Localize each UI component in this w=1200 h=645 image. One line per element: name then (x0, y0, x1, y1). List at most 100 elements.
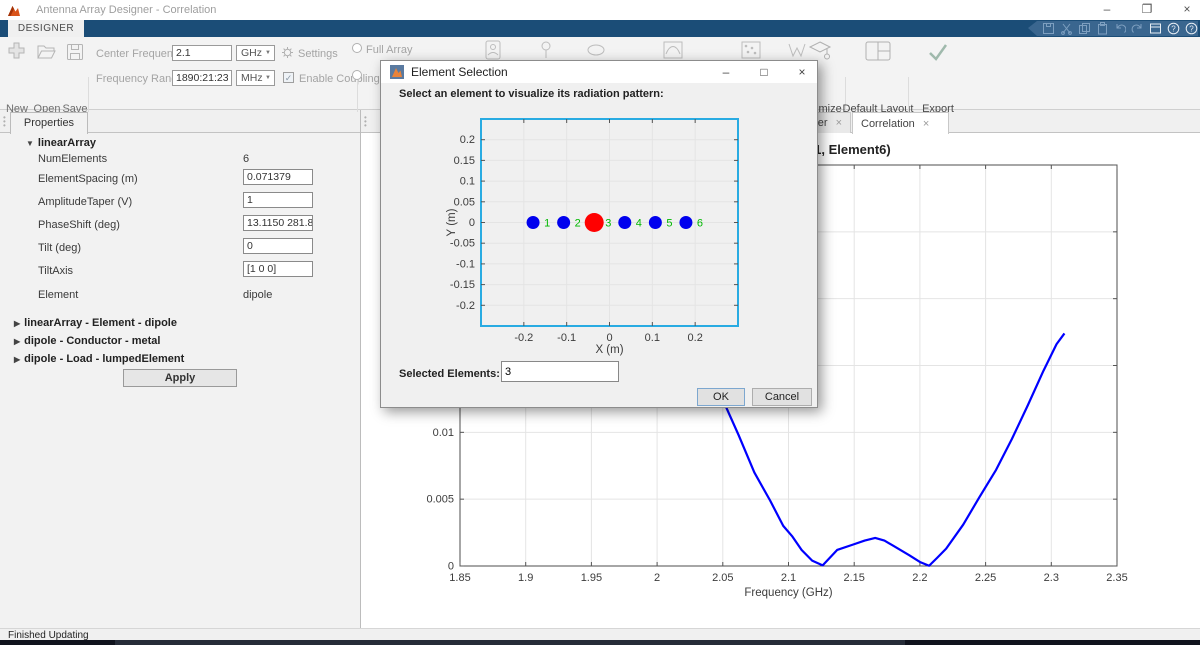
cancel-button[interactable]: Cancel (752, 388, 812, 406)
tab-correlation[interactable]: Correlation× (852, 112, 949, 134)
y-tick-label: 0 (469, 217, 475, 229)
x-tick-label: 2.05 (712, 572, 733, 584)
window-close-button[interactable]: × (1170, 0, 1200, 19)
save-icon[interactable] (1042, 22, 1055, 35)
window-restore-button[interactable]: ❐ (1130, 0, 1164, 19)
y-tick-label: -0.05 (450, 238, 475, 250)
export-check-icon[interactable] (926, 42, 950, 62)
save-disk-icon[interactable] (65, 42, 85, 62)
y-tick-label: 0.01 (433, 427, 454, 439)
default-layout-icon[interactable] (864, 40, 892, 62)
apply-button[interactable]: Apply (123, 369, 237, 387)
center-frequency-unit-select[interactable]: GHz▼ (236, 45, 275, 61)
collapsed-section[interactable]: ▶dipole - Load - lumpedElement (14, 353, 184, 365)
quick-access-toolbar: ? ? (1028, 21, 1198, 36)
matlab-logo-icon (390, 65, 404, 79)
section-label: linearArray - Element - dipole (24, 317, 177, 329)
dialog-maximize-button[interactable]: □ (749, 61, 779, 83)
chevron-down-icon: ▼ (265, 75, 271, 81)
element-spacing-field[interactable]: 0.071379 (243, 169, 313, 185)
x-axis-label: Frequency (GHz) (744, 587, 832, 599)
property-label: PhaseShift (deg) (38, 219, 120, 231)
help-icon[interactable]: ? (1167, 22, 1180, 35)
ok-button[interactable]: OK (697, 388, 745, 406)
dialog-close-button[interactable]: × (787, 61, 817, 83)
pattern-3d-icon[interactable] (535, 40, 557, 60)
x-tick-label: 2.25 (975, 572, 996, 584)
collapsed-section[interactable]: ▶ linearArray - Element - dipole (14, 317, 177, 329)
element-number-label: 2 (575, 218, 581, 230)
enable-coupling-checkbox[interactable]: ✓ (283, 72, 294, 83)
s-parameter-icon[interactable] (786, 40, 808, 60)
x-tick-label: -0.1 (557, 332, 576, 344)
paste-icon[interactable] (1096, 22, 1109, 35)
element-marker-6[interactable] (679, 216, 692, 229)
full-array-radio[interactable] (352, 43, 362, 53)
close-icon[interactable]: × (836, 117, 842, 129)
dialog-minimize-button[interactable]: – (711, 61, 741, 83)
group-label: linearArray (38, 137, 96, 149)
azimuth-icon[interactable] (585, 40, 607, 60)
frequency-range-unit: MHz (241, 72, 263, 84)
element-radio[interactable] (352, 70, 362, 80)
dialog-titlebar[interactable]: Element Selection – □ × (381, 61, 817, 83)
y-tick-label: 0.2 (460, 134, 475, 146)
phase-shift-field[interactable]: 13.1150 281.8583] (243, 215, 313, 231)
triangle-right-icon: ▶ (14, 337, 20, 346)
svg-text:?: ? (1189, 25, 1194, 34)
section-label: dipole - Load - lumpedElement (24, 353, 184, 365)
svg-text:?: ? (1172, 25, 1177, 34)
tab-designer[interactable]: DESIGNER (8, 20, 84, 37)
window-minimize-button[interactable]: – (1090, 0, 1124, 19)
undo-icon[interactable] (1114, 22, 1127, 35)
layout-icon[interactable] (1149, 22, 1162, 35)
settings-gear-icon[interactable] (281, 46, 294, 59)
property-label: NumElements (38, 153, 107, 165)
center-frequency-input[interactable] (172, 45, 232, 61)
cut-icon[interactable] (1060, 22, 1073, 35)
impedance-icon[interactable] (740, 40, 762, 60)
frequency-range-unit-select[interactable]: MHz▼ (236, 70, 275, 86)
dialog-title: Element Selection (411, 65, 508, 79)
optimize-icon[interactable] (808, 40, 834, 62)
amplitude-taper-field[interactable]: 1 (243, 192, 313, 208)
collapsed-section[interactable]: ▶ dipole - Conductor - metal (14, 335, 160, 347)
selected-elements-input[interactable] (501, 361, 619, 382)
properties-group-header[interactable]: ▼linearArray (26, 137, 96, 149)
x-tick-label: 1.95 (581, 572, 602, 584)
properties-panel: ▼linearArray NumElements 6 ElementSpacin… (0, 133, 360, 628)
elevation-pattern-icon[interactable] (662, 40, 684, 60)
frequency-range-input[interactable] (172, 70, 232, 86)
property-value: dipole (243, 289, 272, 301)
info-icon[interactable]: ? (1185, 22, 1198, 35)
open-folder-icon[interactable] (36, 42, 57, 62)
element-marker-5[interactable] (649, 216, 662, 229)
ribbon-tab-row: DESIGNER ? ? (0, 20, 1200, 37)
section-label: dipole - Conductor - metal (24, 335, 160, 347)
element-marker-3[interactable] (585, 213, 604, 232)
selected-elements-label: Selected Elements: (399, 368, 500, 380)
settings-button[interactable]: Settings (298, 48, 338, 60)
element-marker-4[interactable] (618, 216, 631, 229)
tab-properties[interactable]: Properties (10, 112, 88, 134)
tilt-axis-field[interactable]: [1 0 0] (243, 261, 313, 277)
x-tick-label: 2.2 (912, 572, 927, 584)
y-tick-label: 0.1 (460, 176, 475, 188)
element-icon[interactable] (482, 40, 504, 60)
element-marker-1[interactable] (527, 216, 540, 229)
new-icon[interactable] (6, 41, 27, 62)
panel-grip[interactable]: ••• (3, 116, 6, 128)
y-tick-label: 0 (448, 561, 454, 573)
element-marker-2[interactable] (557, 216, 570, 229)
window-title: Antenna Array Designer - Correlation (36, 4, 216, 16)
tilt-field[interactable]: 0 (243, 238, 313, 254)
property-label: AmplitudeTaper (V) (38, 196, 132, 208)
redo-icon[interactable] (1131, 22, 1144, 35)
triangle-right-icon: ▶ (14, 319, 20, 328)
property-label: TiltAxis (38, 265, 73, 277)
element-number-label: 4 (636, 218, 642, 230)
close-icon[interactable]: × (923, 118, 929, 130)
panel-grip[interactable]: ••• (364, 116, 367, 128)
property-value: 6 (243, 153, 249, 165)
copy-icon[interactable] (1078, 22, 1091, 35)
